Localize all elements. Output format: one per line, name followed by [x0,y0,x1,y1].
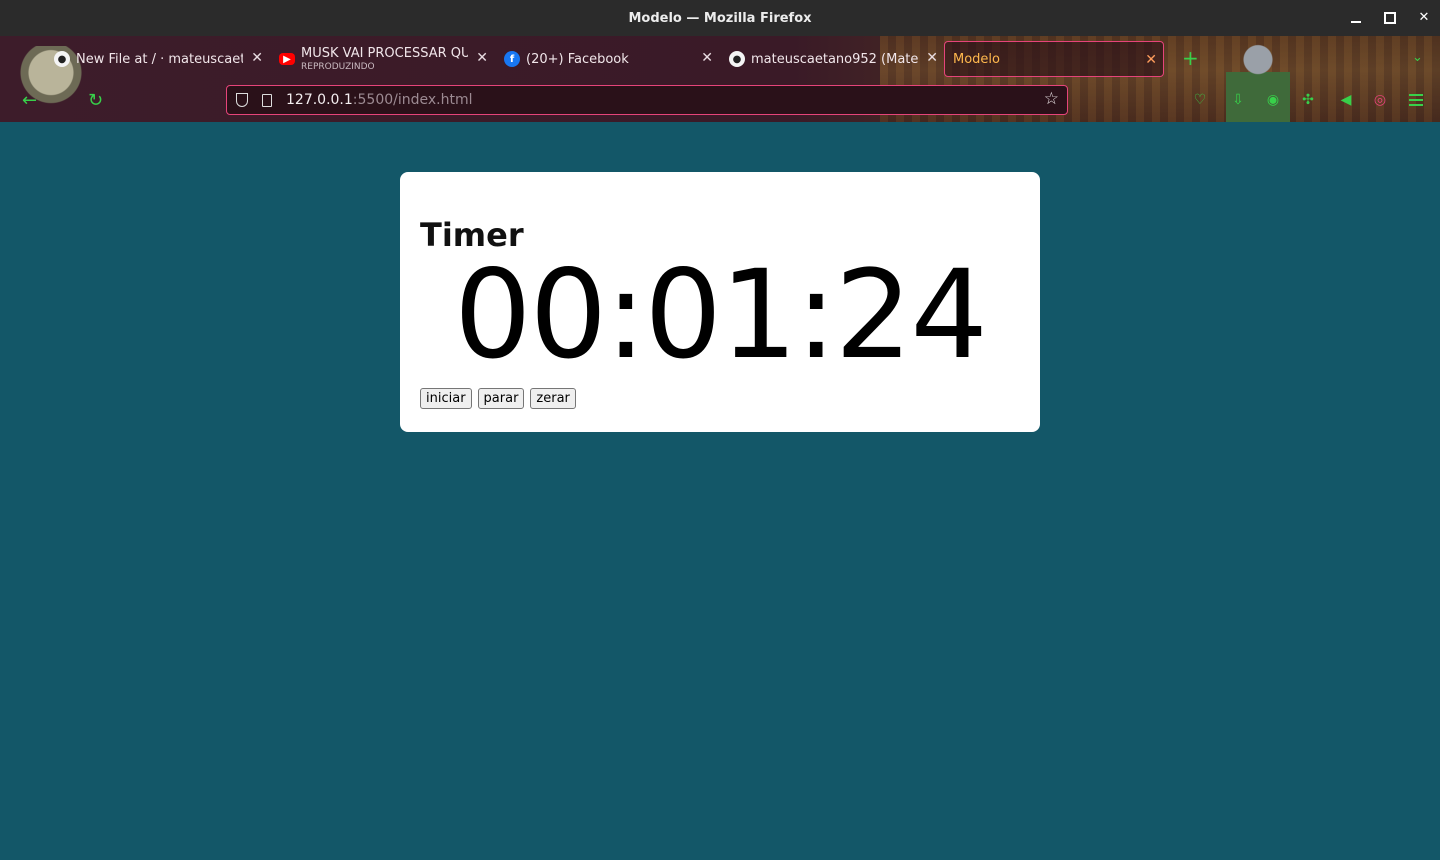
github-icon: ● [729,51,745,67]
github-icon: ● [54,51,70,67]
speaker-icon[interactable]: ◀ [1338,92,1354,108]
close-window-icon[interactable]: ✕ [1418,11,1430,24]
close-tab-icon[interactable]: ✕ [1145,52,1157,68]
tab-modelo-active[interactable]: Modelo ✕ [944,41,1164,77]
tab-youtube[interactable]: ▶ MUSK VAI PROCESSAR QUEM REPRODUZINDO ✕ [269,40,494,78]
tab-title: mateuscaetano952 (Mateus [751,51,918,67]
reload-icon[interactable]: ↻ [88,90,103,111]
close-tab-icon[interactable]: ✕ [926,50,938,66]
tab-title: Modelo [953,51,1000,67]
downloads-icon[interactable]: ⇩ [1230,92,1246,108]
close-tab-icon[interactable]: ✕ [251,50,263,66]
new-tab-plus-icon[interactable]: + [1182,48,1199,68]
url-host: 127.0.0.1 [286,92,353,108]
theme-knight-art [1226,42,1290,122]
window-titlebar: Modelo — Mozilla Firefox ✕ [0,0,1440,36]
reset-button[interactable]: zerar [530,388,576,409]
timer-controls: iniciar parar zerar [420,388,576,409]
tab-title: (20+) Facebook [526,51,629,67]
close-tab-icon[interactable]: ✕ [701,50,713,66]
maximize-icon[interactable] [1384,12,1396,24]
tab-title: New File at / · mateuscaetano [76,51,243,67]
back-arrow-icon[interactable]: ← [22,90,37,111]
hamburger-menu-icon[interactable] [1409,94,1423,109]
tab-github-profile[interactable]: ● mateuscaetano952 (Mateus ✕ [719,40,944,78]
url-path: :5500/index.html [352,92,473,108]
pocket-icon[interactable]: ♡ [1192,92,1208,108]
extensions-puzzle-icon[interactable]: ✣ [1300,92,1316,108]
start-button[interactable]: iniciar [420,388,472,409]
page-info-icon[interactable] [262,93,272,107]
timer-card: Timer 00:01:24 iniciar parar zerar [400,172,1040,432]
tab-facebook[interactable]: f (20+) Facebook ✕ [494,40,719,78]
account-icon[interactable]: ◉ [1265,92,1281,108]
bookmark-star-icon[interactable]: ☆ [1044,89,1059,109]
browser-chrome: ● New File at / · mateuscaetano ✕ ▶ MUSK… [0,36,1440,122]
list-all-tabs-chevron-icon[interactable]: ⌄ [1412,50,1423,65]
tab-github-new-file[interactable]: ● New File at / · mateuscaetano ✕ [44,40,269,78]
window-title: Modelo — Mozilla Firefox [628,10,812,26]
stop-button[interactable]: parar [477,388,525,409]
facebook-icon: f [504,51,520,67]
window-controls: ✕ [1350,0,1430,36]
timer-display: 00:01:24 [454,244,988,386]
tab-strip: ● New File at / · mateuscaetano ✕ ▶ MUSK… [44,40,1164,78]
url-bar[interactable]: 127.0.0.1:5500/index.html ☆ [226,85,1068,115]
record-extension-icon[interactable]: ◎ [1372,92,1388,108]
tracking-protection-shield-icon[interactable] [236,93,248,107]
minimize-icon[interactable] [1350,12,1362,24]
tab-playing-label: REPRODUZINDO [301,62,375,72]
youtube-icon: ▶ [279,53,295,65]
tab-title: MUSK VAI PROCESSAR QUEM [301,46,468,61]
close-tab-icon[interactable]: ✕ [476,50,488,66]
